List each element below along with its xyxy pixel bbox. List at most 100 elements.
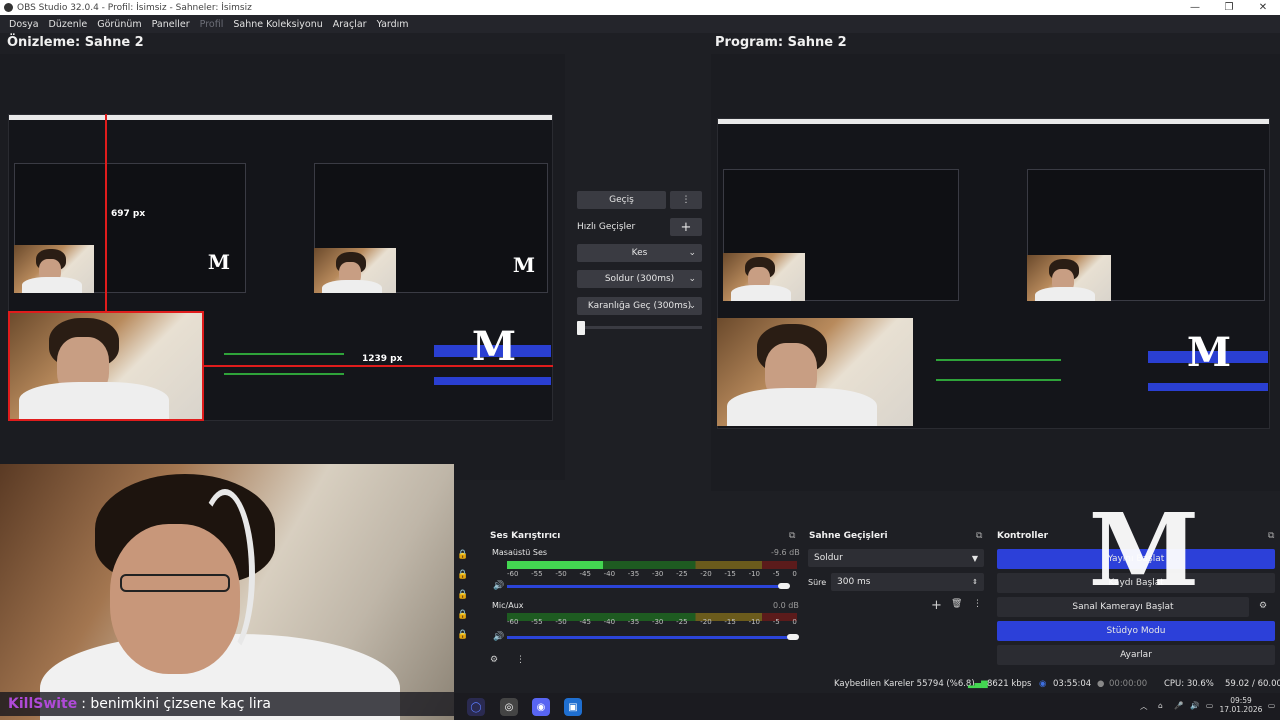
stream-time: 03:55:04 <box>1053 679 1092 689</box>
menu-sahne-koleksiyonu[interactable]: Sahne Koleksiyonu <box>228 19 327 30</box>
kebab-menu-icon[interactable]: ⋮ <box>973 599 982 609</box>
obs-logo-icon <box>4 3 13 12</box>
gear-icon[interactable]: ⚙ <box>1259 601 1267 611</box>
speaker-icon[interactable]: 🔊 <box>493 581 504 591</box>
clock-time: 09:59 <box>1230 696 1252 705</box>
duration-value: 300 ms <box>837 577 871 587</box>
dock-float-icon[interactable]: ⧉ <box>1268 531 1274 541</box>
scene-transitions-title: Sahne Geçişleri <box>809 531 888 541</box>
nested-webcam <box>14 245 94 293</box>
settings-button[interactable]: Ayarlar <box>997 645 1275 665</box>
bitrate: 8621 kbps <box>987 679 1032 689</box>
chat-username: KillSwite <box>8 696 78 712</box>
program-canvas: M <box>711 54 1280 491</box>
taskbar: ◯ ◎ ◉ ▣ ︿ ⌂ 🎤 🔊 ▭ 09:59 17.01.2026 ▭ <box>454 693 1280 720</box>
webcam-headset <box>195 489 255 659</box>
chevron-down-icon: ▼ <box>971 553 978 563</box>
record-time: 00:00:00 <box>1109 679 1148 689</box>
program-webcam-source <box>717 318 913 426</box>
nested-logo-small: M <box>207 250 231 274</box>
quick-transition-cut[interactable]: Kes ⌄ <box>577 244 702 262</box>
close-button[interactable]: ✕ <box>1246 2 1280 13</box>
menu-gorunum[interactable]: Görünüm <box>92 19 146 30</box>
status-bar: Kaybedilen Kareler 55794 (%6.8) ▂▄▆ 8621… <box>454 675 1280 693</box>
speaker-icon[interactable]: 🔊 <box>493 632 504 642</box>
gear-icon[interactable]: ⚙ <box>490 655 498 665</box>
discord-icon[interactable]: ◉ <box>532 698 550 716</box>
quick-transition-fade-black[interactable]: Karanlığa Geç (300ms) ⌄ <box>577 297 702 315</box>
nested-meter <box>224 353 344 355</box>
lock-icon[interactable]: 🔒 <box>457 590 468 600</box>
window-title: OBS Studio 32.0.4 - Profil: İsimsiz - Sa… <box>17 2 252 13</box>
lock-icon[interactable]: 🔒 <box>457 550 468 560</box>
broadcast-icon: ◉ <box>1039 679 1047 689</box>
duration-input[interactable]: 300 ms ⇕ <box>831 573 984 591</box>
app-icon-ring[interactable]: ◯ <box>467 698 485 716</box>
menu-duzenle[interactable]: Düzenle <box>44 19 93 30</box>
minimize-button[interactable]: — <box>1178 2 1212 13</box>
trash-icon[interactable]: 🗑 <box>951 599 962 609</box>
t-bar-handle[interactable] <box>577 321 585 335</box>
nested-webcam-2 <box>314 248 396 293</box>
lock-icon[interactable]: 🔒 <box>457 630 468 640</box>
volume-meter <box>507 561 797 569</box>
lock-icon[interactable]: 🔒 <box>457 610 468 620</box>
quick-transition-fade[interactable]: Soldur (300ms) ⌄ <box>577 270 702 288</box>
volume-slider-knob[interactable] <box>787 634 799 640</box>
t-bar-track <box>577 326 702 329</box>
nested-meter-2 <box>936 379 1061 381</box>
tray-chevron-icon[interactable]: ︿ <box>1140 701 1148 712</box>
menu-dosya[interactable]: Dosya <box>4 19 44 30</box>
obs-taskbar-icon[interactable]: ◎ <box>500 698 518 716</box>
width-readout: 1239 px <box>362 354 403 364</box>
lock-icon[interactable]: 🔒 <box>457 570 468 580</box>
nested-logo: M <box>1186 329 1232 376</box>
monitor-tray-icon: ▭ <box>1206 701 1214 710</box>
height-readout: 697 px <box>111 209 146 219</box>
menu-paneller[interactable]: Paneller <box>147 19 195 30</box>
menu-profil: Profil <box>199 18 224 30</box>
nested-logo: M <box>471 323 517 370</box>
spinner-icon[interactable]: ⇕ <box>972 578 978 586</box>
record-icon: ● <box>1097 679 1105 689</box>
channel-db: -9.6 dB <box>771 548 800 557</box>
add-icon[interactable]: + <box>931 598 942 613</box>
quick-transition-fade-label: Soldur (300ms) <box>604 274 675 284</box>
channel-db: 0.0 dB <box>773 601 799 610</box>
nested-meter <box>936 359 1061 361</box>
volume-slider-knob[interactable] <box>778 583 791 589</box>
add-quick-transition-button[interactable]: + <box>670 218 702 236</box>
channel-name: Masaüstü Ses <box>492 548 548 557</box>
transition-select-value: Soldur <box>814 553 843 563</box>
cpu-usage: CPU: 30.6% <box>1164 679 1214 689</box>
kebab-menu-icon[interactable]: ⋮ <box>516 655 525 665</box>
monitor-app-icon[interactable]: ▣ <box>564 698 582 716</box>
studio-mode-button[interactable]: Stüdyo Modu <box>997 621 1275 641</box>
transition-more-button[interactable]: ⋮ <box>670 191 702 209</box>
signal-bars-icon: ▂▄▆ <box>968 679 988 689</box>
quick-transition-cut-label: Kes <box>631 248 648 258</box>
menu-yardim[interactable]: Yardım <box>372 19 414 30</box>
nested-webcam <box>723 253 805 301</box>
volume-icon[interactable]: 🔊 <box>1190 701 1199 710</box>
maximize-button[interactable]: ❐ <box>1212 2 1246 13</box>
height-guide-line <box>105 114 107 311</box>
volume-slider[interactable] <box>507 585 789 588</box>
nested-logo-small-2: M <box>512 253 536 277</box>
transition-select[interactable]: Soldur ▼ <box>808 549 984 567</box>
nested-blue-band-2 <box>434 377 551 385</box>
menu-araclar[interactable]: Araçlar <box>328 19 372 30</box>
dock-float-icon[interactable]: ⧉ <box>789 531 795 541</box>
notification-icon[interactable]: ▭ <box>1268 701 1275 710</box>
transition-button[interactable]: Geçiş <box>577 191 666 209</box>
preview-canvas[interactable]: M M M 697 px 1239 px <box>0 54 565 480</box>
dock-float-icon[interactable]: ⧉ <box>976 531 982 541</box>
clock[interactable]: 09:59 17.01.2026 <box>1216 696 1266 714</box>
network-icon: ⌂ <box>1158 701 1163 710</box>
chevron-down-icon: ⌄ <box>688 274 696 284</box>
meter-ticks: -60 -55 -50 -45 -40 -35 -30 -25 -20 -15 -10 -5 0 <box>507 570 797 578</box>
menu-bar: Dosya Düzenle Görünüm Paneller Profil Sa… <box>0 15 1280 33</box>
volume-slider[interactable] <box>507 636 797 639</box>
source-selection-box[interactable] <box>8 311 204 421</box>
chevron-down-icon: ⌄ <box>688 301 696 311</box>
